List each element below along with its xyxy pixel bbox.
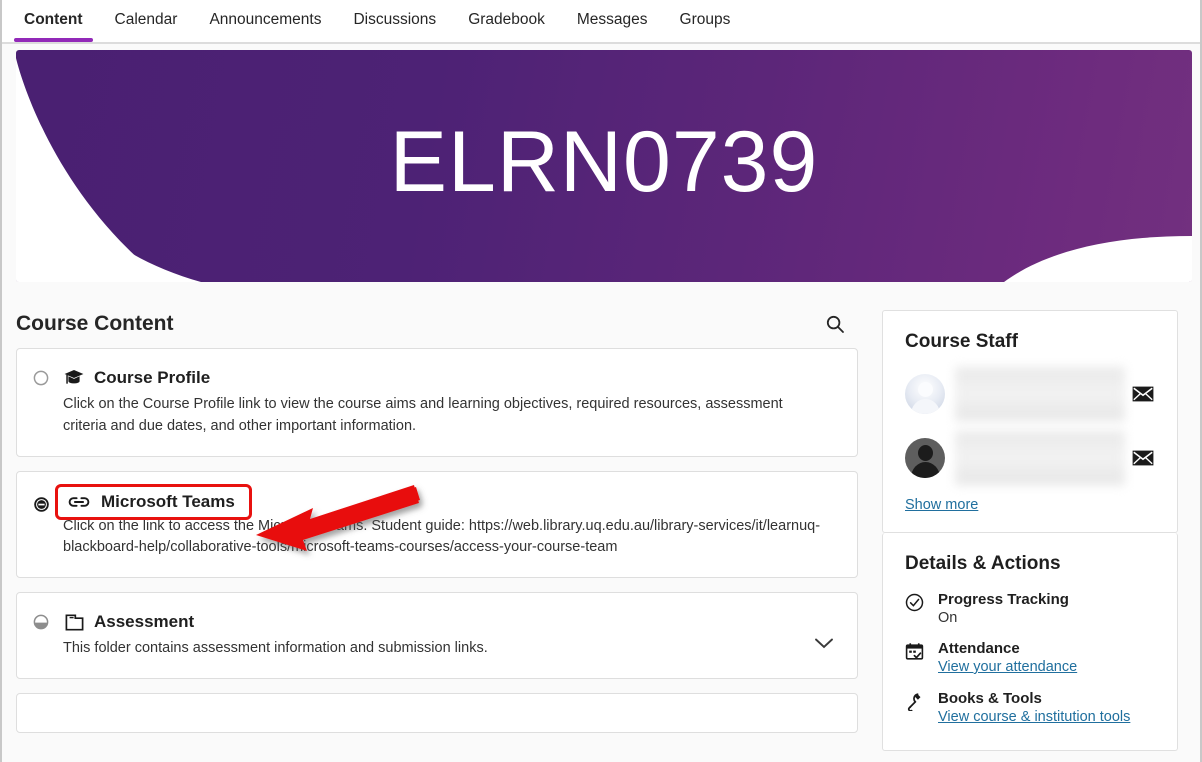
content-item-microsoft-teams[interactable]: Microsoft Teams Click on the link to acc… — [16, 471, 858, 579]
calendar-check-icon — [905, 640, 929, 666]
detail-value: On — [938, 610, 1069, 626]
course-content-column: Course Content — [16, 300, 858, 747]
detail-label: Attendance — [938, 640, 1077, 657]
content-item-title: Microsoft Teams — [101, 492, 235, 512]
tab-announcements[interactable]: Announcements — [193, 0, 337, 42]
staff-member-row — [905, 367, 1155, 421]
progress-indicator-not-started[interactable] — [33, 367, 59, 391]
content-item-assessment[interactable]: Assessment This folder contains assessme… — [16, 592, 858, 679]
graduation-cap-icon — [63, 367, 85, 389]
staff-name-redacted — [955, 367, 1125, 421]
content-item-title: Course Profile — [94, 368, 210, 388]
tab-label: Content — [24, 11, 83, 28]
content-item-description: Click on the Course Profile link to view… — [63, 394, 823, 438]
detail-progress-tracking[interactable]: Progress Tracking On — [905, 591, 1155, 626]
tab-label: Groups — [680, 11, 731, 28]
tab-calendar[interactable]: Calendar — [99, 0, 194, 42]
detail-books-tools[interactable]: Books & Tools View course & institution … — [905, 690, 1155, 726]
tab-label: Announcements — [209, 11, 321, 28]
course-sidebar: Course Staff — [882, 310, 1178, 751]
tab-label: Messages — [577, 11, 648, 28]
view-attendance-link[interactable]: View your attendance — [938, 659, 1077, 675]
avatar[interactable] — [905, 374, 945, 414]
staff-name-redacted — [955, 431, 1125, 485]
course-staff-panel: Course Staff — [882, 310, 1178, 533]
course-content-header: Course Content — [16, 300, 858, 348]
link-icon — [68, 491, 90, 513]
tab-content[interactable]: Content — [8, 0, 99, 42]
tab-messages[interactable]: Messages — [561, 0, 664, 42]
course-code: ELRN0739 — [16, 50, 1192, 282]
envelope-icon[interactable] — [1131, 446, 1155, 470]
tab-label: Gradebook — [468, 11, 545, 28]
content-item-description: This folder contains assessment informat… — [63, 638, 823, 660]
wrench-icon — [905, 690, 929, 716]
detail-attendance[interactable]: Attendance View your attendance — [905, 640, 1155, 676]
details-actions-panel: Details & Actions Progress Tracking On — [882, 533, 1178, 751]
detail-label: Books & Tools — [938, 690, 1130, 707]
content-item-course-profile[interactable]: Course Profile Click on the Course Profi… — [16, 348, 858, 457]
view-tools-link[interactable]: View course & institution tools — [938, 709, 1130, 725]
details-actions-title: Details & Actions — [905, 553, 1155, 575]
tab-gradebook[interactable]: Gradebook — [452, 0, 561, 42]
content-item-description: Click on the link to access the Microsof… — [63, 516, 823, 560]
folder-icon — [63, 611, 85, 633]
content-item-partial[interactable] — [16, 693, 858, 733]
content-item-title: Assessment — [94, 612, 194, 632]
chevron-down-icon[interactable] — [813, 636, 835, 658]
course-banner: ELRN0739 — [16, 50, 1192, 282]
highlight-box-microsoft-teams: Microsoft Teams — [55, 484, 252, 520]
course-tab-bar: Content Calendar Announcements Discussio… — [2, 0, 1200, 44]
tab-discussions[interactable]: Discussions — [337, 0, 452, 42]
detail-label: Progress Tracking — [938, 591, 1069, 608]
staff-member-row — [905, 431, 1155, 485]
check-circle-icon — [905, 591, 929, 617]
tab-groups[interactable]: Groups — [664, 0, 747, 42]
page-title: Course Content — [16, 312, 174, 336]
show-more-link[interactable]: Show more — [905, 497, 978, 513]
course-staff-title: Course Staff — [905, 331, 1155, 353]
envelope-icon[interactable] — [1131, 382, 1155, 406]
search-icon[interactable] — [818, 307, 852, 341]
tab-label: Calendar — [115, 11, 178, 28]
tab-label: Discussions — [353, 11, 436, 28]
progress-indicator-partial[interactable] — [33, 611, 59, 635]
page-frame: Content Calendar Announcements Discussio… — [0, 0, 1202, 762]
avatar[interactable] — [905, 438, 945, 478]
